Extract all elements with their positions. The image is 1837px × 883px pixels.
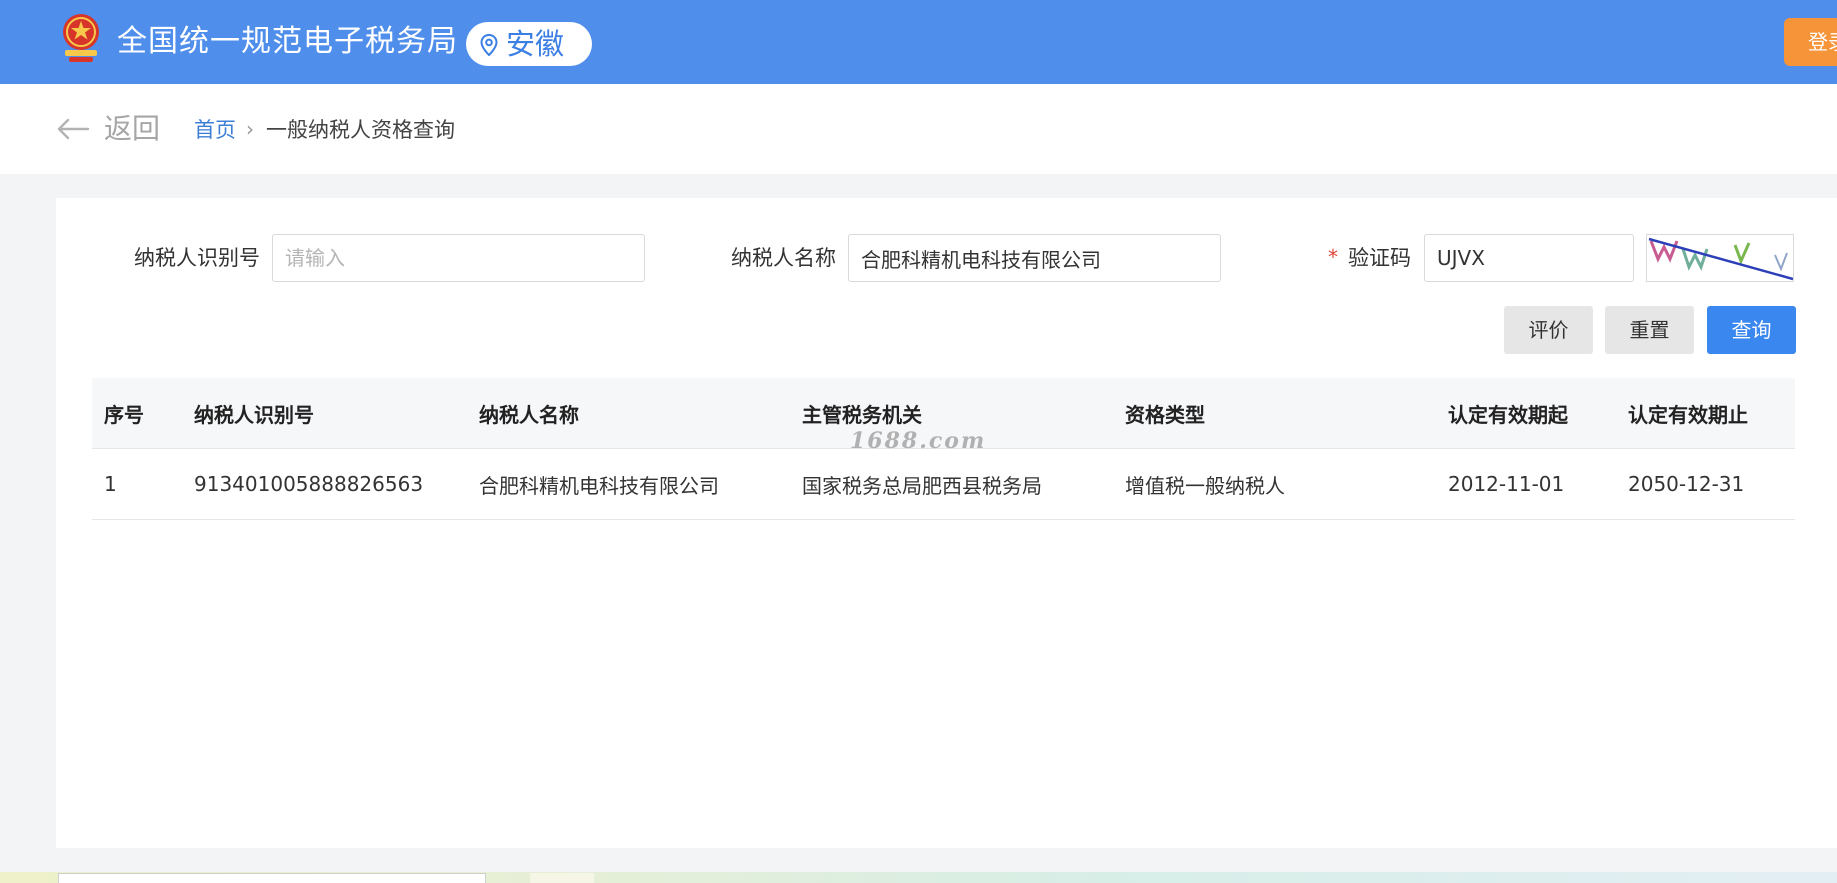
cell-taxpayer-name: 合肥科精机电科技有限公司 (467, 448, 790, 520)
table-row: 1 913401005888826563 合肥科精机电科技有限公司 国家税务总局… (92, 448, 1795, 520)
arrow-left-icon (57, 118, 90, 140)
breadcrumb-home-link[interactable]: 首页 (194, 117, 236, 143)
login-button[interactable]: 登录 (1784, 18, 1837, 66)
cell-tax-authority: 国家税务总局肥西县税务局 (790, 448, 1113, 520)
tax-emblem-icon (63, 14, 99, 62)
taxpayer-name-label: 纳税人名称 (731, 246, 836, 270)
cell-index: 1 (92, 448, 182, 520)
captcha-input[interactable] (1424, 234, 1634, 282)
column-header-valid-to: 认定有效期止 (1616, 378, 1795, 449)
taxpayer-name-input[interactable] (848, 234, 1221, 282)
bottom-input-box (58, 873, 486, 883)
region-selector[interactable]: 安徽 (466, 22, 592, 66)
reset-button[interactable]: 重置 (1605, 306, 1694, 354)
cell-taxpayer-id: 913401005888826563 (182, 448, 467, 520)
top-header: 全国统一规范电子税务局 安徽 登录 (0, 0, 1837, 84)
back-label: 返回 (104, 112, 161, 145)
site-title: 全国统一规范电子税务局 (117, 24, 458, 59)
location-pin-icon (480, 34, 498, 56)
captcha-image-icon[interactable] (1646, 234, 1794, 282)
query-panel: 纳税人识别号 纳税人名称 * 验证码 评价 重置 查询 序号 (56, 198, 1837, 848)
column-header-taxpayer-id: 纳税人识别号 (182, 378, 467, 449)
breadcrumb-current: 一般纳税人资格查询 (266, 118, 455, 142)
bottom-panel (530, 873, 594, 883)
column-header-valid-from: 认定有效期起 (1436, 378, 1616, 449)
taxpayer-id-label: 纳税人识别号 (134, 246, 260, 270)
cell-valid-to: 2050-12-31 (1616, 448, 1795, 520)
captcha-label: 验证码 (1348, 246, 1411, 270)
breadcrumb: 返回 首页 › 一般纳税人资格查询 (0, 84, 1837, 174)
required-mark: * (1328, 245, 1338, 269)
watermark: 1688.com (850, 428, 987, 454)
region-label: 安徽 (506, 27, 565, 61)
query-button[interactable]: 查询 (1707, 306, 1796, 354)
cell-qualification-type: 增值税一般纳税人 (1113, 448, 1436, 520)
column-header-index: 序号 (92, 378, 182, 449)
evaluate-button[interactable]: 评价 (1504, 306, 1593, 354)
breadcrumb-separator: › (246, 117, 254, 141)
cell-valid-from: 2012-11-01 (1436, 448, 1616, 520)
column-header-qualification-type: 资格类型 (1113, 378, 1436, 449)
column-header-taxpayer-name: 纳税人名称 (467, 378, 790, 449)
taxpayer-id-input[interactable] (272, 234, 645, 282)
